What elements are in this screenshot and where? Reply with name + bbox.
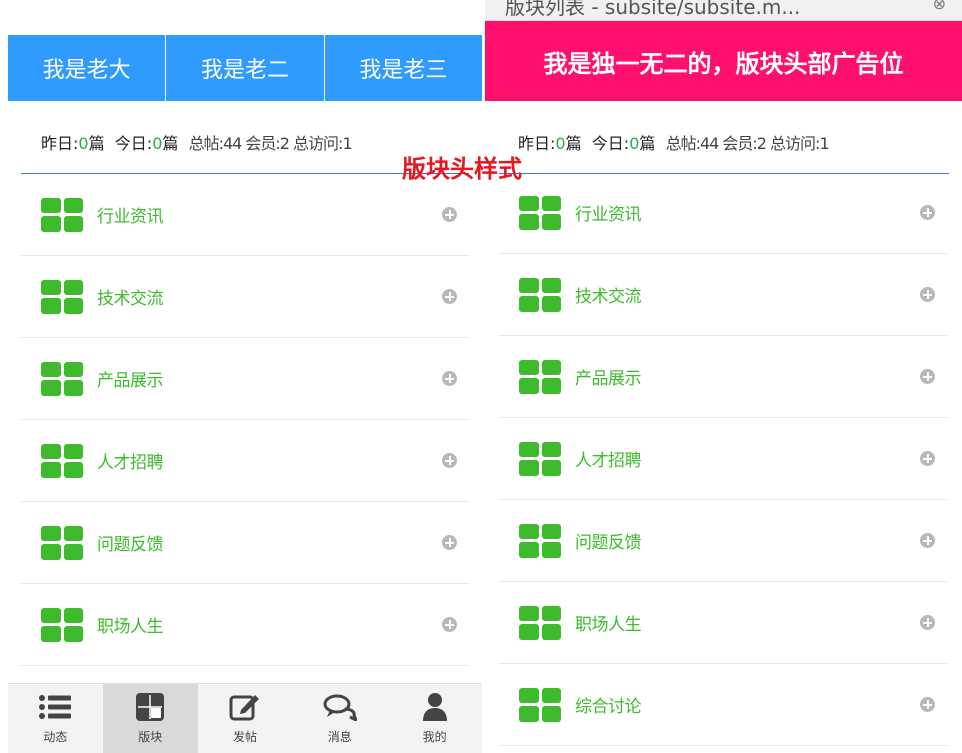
grid-board-icon (41, 443, 83, 478)
forum-name: 人才招聘 (575, 451, 642, 471)
close-icon[interactable]: ⊗ (933, 0, 946, 13)
stats-garbled: 总帖:44 会员:2 总访问:1 (188, 134, 353, 153)
stats-line: 昨日:0篇 今日:0篇 总帖:44 会员:2 总访问:1 (41, 130, 353, 154)
browser-bar: 版块列表 - subsite/subsite.m... ⊗ (485, 0, 962, 21)
grid-board-icon (41, 197, 83, 232)
yesterday-unit: 篇 (88, 134, 105, 153)
list-item[interactable]: 产品展示 (499, 336, 947, 418)
bottom-nav: 动态 版块 发帖 消息 我的 (8, 683, 482, 753)
list-item[interactable]: 行业资讯 (21, 174, 469, 256)
nav-label: 版块 (138, 730, 163, 744)
plus-circle-icon[interactable] (920, 533, 935, 548)
browser-title: 版块列表 - subsite/subsite.m... (505, 0, 801, 19)
list-item[interactable]: 问题反馈 (21, 502, 469, 584)
grid-board-icon (519, 605, 561, 640)
ad-banner[interactable]: 我是独一无二的，版块头部广告位 (485, 21, 962, 101)
today-value: 0 (152, 134, 163, 153)
grid-board-icon (41, 525, 83, 560)
forum-name: 技术交流 (575, 287, 642, 307)
list-item[interactable]: 职场人生 (499, 582, 947, 664)
grid-board-icon (41, 607, 83, 642)
list-item[interactable]: 人才招聘 (21, 420, 469, 502)
forum-name: 问题反馈 (97, 535, 164, 555)
plus-circle-icon[interactable] (920, 451, 935, 466)
grid-board-icon (519, 523, 561, 558)
edit-icon (229, 692, 261, 722)
nav-messages[interactable]: 消息 (292, 684, 387, 753)
grid-board-icon (519, 277, 561, 312)
forum-name: 人才招聘 (97, 453, 164, 473)
list-item[interactable]: 综合讨论 (499, 664, 947, 746)
left-panel: 我是老大 我是老二 我是老三 昨日:0篇 今日:0篇 总帖:44 会员:2 总访… (8, 0, 482, 753)
forum-name: 综合讨论 (575, 697, 642, 717)
plus-circle-icon[interactable] (920, 369, 935, 384)
right-panel: 版块列表 - subsite/subsite.m... ⊗ 我是独一无二的，版块… (485, 0, 962, 753)
today-unit: 篇 (639, 134, 656, 153)
stats-garbled: 总帖:44 会员:2 总访问:1 (665, 134, 830, 153)
plus-circle-icon[interactable] (442, 371, 457, 386)
plus-circle-icon[interactable] (442, 535, 457, 550)
tab-laoer[interactable]: 我是老二 (166, 35, 325, 101)
nav-label: 我的 (422, 730, 447, 744)
plus-circle-icon[interactable] (920, 205, 935, 220)
list-item[interactable]: 问题反馈 (499, 500, 947, 582)
chat-icon (323, 692, 357, 722)
forum-name: 问题反馈 (575, 533, 642, 553)
forum-name: 技术交流 (97, 289, 164, 309)
plus-circle-icon[interactable] (442, 207, 457, 222)
today-label: 今日: (591, 134, 630, 153)
plus-circle-icon[interactable] (920, 697, 935, 712)
nav-dynamics[interactable]: 动态 (8, 684, 103, 753)
plus-circle-icon[interactable] (442, 617, 457, 632)
today-value: 0 (629, 134, 640, 153)
nav-mine[interactable]: 我的 (387, 684, 482, 753)
today-unit: 篇 (162, 134, 179, 153)
plus-circle-icon[interactable] (920, 615, 935, 630)
grid-board-icon (41, 279, 83, 314)
stats-line: 昨日:0篇 今日:0篇 总帖:44 会员:2 总访问:1 (518, 130, 830, 154)
grid-board-icon (136, 692, 165, 722)
tab-laoda[interactable]: 我是老大 (8, 35, 167, 101)
forum-list: 行业资讯 技术交流 产品展示 人才招聘 问题反馈 职场人生 (21, 174, 469, 666)
forum-name: 职场人生 (97, 617, 164, 637)
nav-label: 消息 (327, 730, 352, 744)
list-item[interactable]: 技术交流 (499, 254, 947, 336)
yesterday-label: 昨日: (41, 134, 79, 153)
nav-boards[interactable]: 版块 (102, 684, 198, 753)
user-icon (422, 692, 448, 722)
header-tabs: 我是老大 我是老二 我是老三 (8, 35, 482, 101)
list-item[interactable]: 技术交流 (21, 256, 469, 338)
nav-label: 动态 (43, 730, 68, 744)
yesterday-value: 0 (78, 134, 89, 153)
list-item[interactable]: 行业资讯 (499, 172, 947, 254)
plus-circle-icon[interactable] (920, 287, 935, 302)
yesterday-value: 0 (555, 134, 566, 153)
forum-name: 产品展示 (97, 371, 164, 391)
grid-board-icon (41, 361, 83, 396)
yesterday-label: 昨日: (518, 134, 556, 153)
nav-label: 发帖 (232, 730, 257, 744)
list-icon (38, 692, 72, 722)
grid-board-icon (519, 687, 561, 722)
forum-name: 行业资讯 (575, 205, 642, 225)
forum-name: 职场人生 (575, 615, 642, 635)
forum-name: 行业资讯 (97, 207, 164, 227)
list-item[interactable]: 人才招聘 (499, 418, 947, 500)
forum-list: 行业资讯 技术交流 产品展示 人才招聘 问题反馈 职场人生 (499, 172, 947, 746)
grid-board-icon (519, 441, 561, 476)
annotation-label: 版块头样式 (402, 155, 522, 183)
list-item[interactable]: 职场人生 (21, 584, 469, 666)
forum-name: 产品展示 (575, 369, 642, 389)
plus-circle-icon[interactable] (442, 289, 457, 304)
today-label: 今日: (114, 134, 153, 153)
grid-board-icon (519, 359, 561, 394)
grid-board-icon (519, 195, 561, 230)
plus-circle-icon[interactable] (442, 453, 457, 468)
yesterday-unit: 篇 (565, 134, 582, 153)
nav-post[interactable]: 发帖 (198, 684, 293, 753)
list-item[interactable]: 产品展示 (21, 338, 469, 420)
tab-laosan[interactable]: 我是老三 (325, 35, 482, 101)
